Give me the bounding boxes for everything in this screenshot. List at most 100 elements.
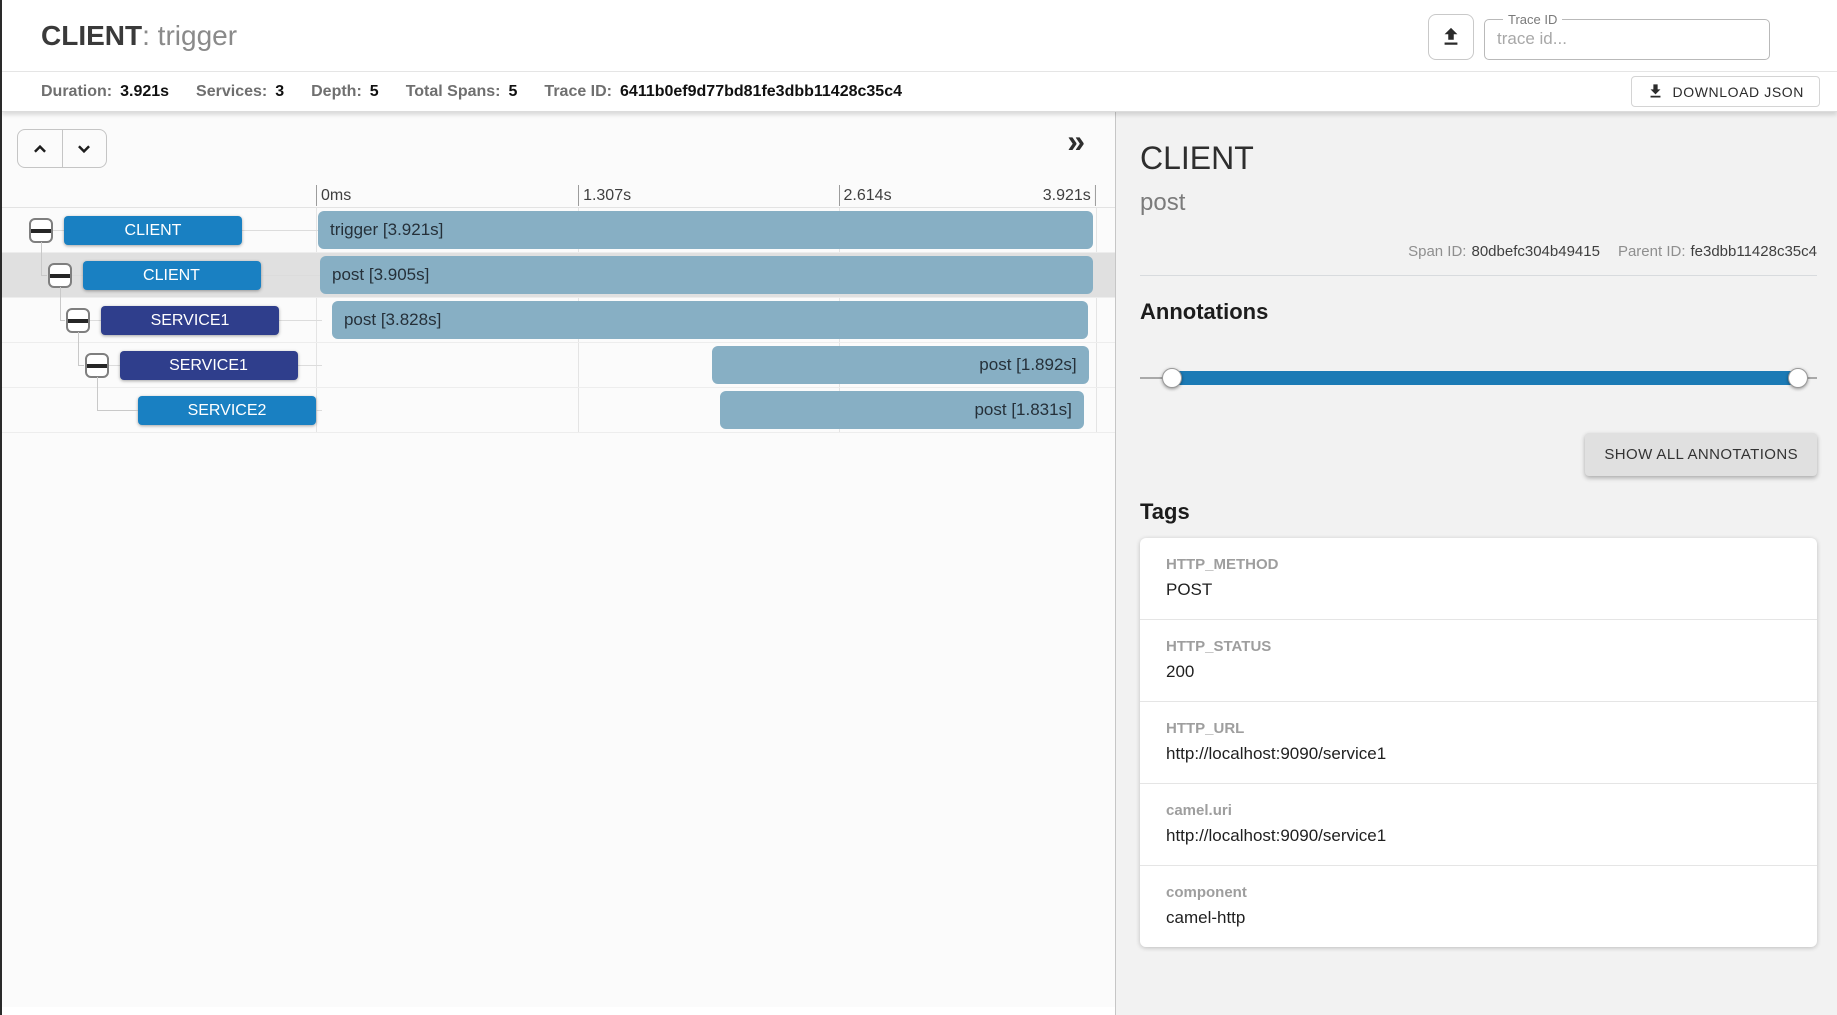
toggle-minus-bar bbox=[68, 319, 88, 323]
collapse-toggle-icon[interactable] bbox=[85, 353, 109, 378]
trace-stat-label: Duration: bbox=[41, 83, 112, 100]
span-tree-cell: CLIENT bbox=[2, 253, 316, 297]
collapse-toggle-icon[interactable] bbox=[29, 218, 53, 243]
service-chip[interactable]: SERVICE1 bbox=[101, 306, 279, 335]
span-bar[interactable]: trigger [3.921s] bbox=[318, 211, 1093, 249]
span-bar[interactable]: post [1.892s] bbox=[712, 346, 1088, 384]
annotations-range-slider bbox=[1140, 367, 1817, 389]
download-json-label: DOWNLOAD JSON bbox=[1673, 84, 1804, 100]
trace-viewer-app: CLIENT: trigger Trace ID Duration: 3.921s… bbox=[0, 0, 1837, 1015]
trace-stat-label: Services: bbox=[196, 83, 267, 100]
slider-selected-range[interactable] bbox=[1172, 371, 1798, 385]
tag-item: HTTP_URLhttp://localhost:9090/service1 bbox=[1140, 702, 1817, 784]
span-row[interactable]: SERVICE2 post [1.831s] bbox=[2, 388, 1115, 433]
tag-key: component bbox=[1166, 884, 1797, 901]
trace-stat-value: 3.921s bbox=[120, 83, 169, 100]
row-navigation-group bbox=[17, 129, 107, 168]
span-detail-panel: CLIENT post Span ID:80dbefc304b49415Pare… bbox=[1116, 112, 1837, 1015]
slider-handle-end[interactable] bbox=[1788, 368, 1808, 388]
span-bar[interactable]: post [3.905s] bbox=[320, 256, 1093, 294]
trace-stat: Services: 3 bbox=[196, 83, 284, 101]
tags-heading: Tags bbox=[1140, 499, 1817, 525]
trace-stats: Duration:3.921sServices:3Depth:5Total Sp… bbox=[41, 83, 929, 101]
next-span-button[interactable] bbox=[63, 130, 107, 167]
span-bar-cell: post [1.831s] bbox=[316, 388, 1115, 432]
show-all-annotations-wrap: SHOW ALL ANNOTATIONS bbox=[1140, 433, 1817, 476]
span-bar-cell: post [1.892s] bbox=[316, 343, 1115, 387]
tag-value: http://localhost:9090/service1 bbox=[1166, 826, 1797, 846]
previous-span-button[interactable] bbox=[18, 130, 63, 167]
slider-handle-start[interactable] bbox=[1162, 368, 1182, 388]
trace-stat-value: 5 bbox=[509, 83, 518, 100]
span-tree-cell: SERVICE1 bbox=[2, 343, 316, 387]
detail-span-name: post bbox=[1140, 189, 1817, 217]
double-chevron-right-icon[interactable]: » bbox=[1061, 124, 1091, 158]
timeline-bottom-strip bbox=[2, 1007, 1115, 1015]
span-tree-cell: SERVICE1 bbox=[2, 298, 316, 342]
span-bar-cell: post [3.828s] bbox=[316, 298, 1115, 342]
timeline-tick: 1.307s bbox=[578, 185, 631, 206]
span-row[interactable]: CLIENT post [3.905s] bbox=[2, 253, 1115, 298]
trace-stat: Duration: 3.921s bbox=[41, 83, 169, 101]
collapse-toggle-icon[interactable] bbox=[66, 308, 90, 333]
download-icon bbox=[1647, 83, 1664, 100]
tag-key: HTTP_STATUS bbox=[1166, 638, 1797, 655]
span-row[interactable]: SERVICE1 post [1.892s] bbox=[2, 343, 1115, 388]
span-bar-cell: post [3.905s] bbox=[316, 253, 1115, 297]
collapse-toggle-icon[interactable] bbox=[48, 263, 72, 288]
timeline-panel: » 0ms1.307s2.614s3.921s CLIENTtrigger [3… bbox=[2, 112, 1116, 1015]
service-chip[interactable]: CLIENT bbox=[64, 216, 242, 245]
span-bar-label: post [3.905s] bbox=[320, 256, 1093, 294]
parent-id-value: fe3dbb11428c35c4 bbox=[1690, 243, 1817, 260]
title-service-name: CLIENT bbox=[41, 20, 142, 51]
trace-stat-label: Total Spans: bbox=[406, 83, 501, 100]
title-span-name: trigger bbox=[158, 20, 237, 51]
span-id-label: Span ID: bbox=[1408, 243, 1466, 260]
page-title: CLIENT: trigger bbox=[41, 20, 237, 52]
download-json-button[interactable]: DOWNLOAD JSON bbox=[1631, 76, 1820, 107]
span-bar[interactable]: post [1.831s] bbox=[720, 391, 1084, 429]
trace-stat: Trace ID: 6411b0ef9d77bd81fe3dbb11428c35c… bbox=[544, 83, 902, 101]
toggle-minus-bar bbox=[31, 229, 51, 233]
span-bar-label: post [1.831s] bbox=[720, 391, 1084, 429]
span-id-value: 80dbefc304b49415 bbox=[1471, 243, 1599, 260]
span-bar[interactable]: post [3.828s] bbox=[332, 301, 1088, 339]
span-row[interactable]: SERVICE1 post [3.828s] bbox=[2, 298, 1115, 343]
main-content: » 0ms1.307s2.614s3.921s CLIENTtrigger [3… bbox=[2, 112, 1837, 1015]
trace-stat-label: Depth: bbox=[311, 83, 362, 100]
span-bar-label: post [3.828s] bbox=[332, 301, 1088, 339]
trace-stat-value: 5 bbox=[370, 83, 379, 100]
service-chip[interactable]: SERVICE1 bbox=[120, 351, 298, 380]
tag-item: HTTP_STATUS200 bbox=[1140, 620, 1817, 702]
service-chip[interactable]: CLIENT bbox=[83, 261, 261, 290]
tag-value: POST bbox=[1166, 580, 1797, 600]
span-rows: CLIENT trigger [3.921s] CLIENT post [3.905s… bbox=[2, 207, 1115, 433]
upload-icon bbox=[1440, 26, 1462, 48]
span-row[interactable]: CLIENT trigger [3.921s] bbox=[2, 208, 1115, 253]
trace-stat: Total Spans: 5 bbox=[406, 83, 518, 101]
tags-card: HTTP_METHODPOSTHTTP_STATUS200HTTP_URLhtt… bbox=[1140, 538, 1817, 947]
tag-item: HTTP_METHODPOST bbox=[1140, 538, 1817, 620]
show-all-annotations-button[interactable]: SHOW ALL ANNOTATIONS bbox=[1585, 433, 1817, 476]
trace-id-input[interactable] bbox=[1495, 27, 1759, 49]
annotations-heading: Annotations bbox=[1140, 299, 1817, 325]
span-bar-cell: trigger [3.921s] bbox=[316, 208, 1115, 252]
detail-header-divider bbox=[1140, 275, 1817, 276]
service-chip[interactable]: SERVICE2 bbox=[138, 396, 316, 425]
trace-stat-value: 6411b0ef9d77bd81fe3dbb11428c35c4 bbox=[620, 83, 902, 100]
detail-service-name: CLIENT bbox=[1140, 140, 1817, 177]
trace-stat-label: Trace ID: bbox=[544, 83, 612, 100]
chevron-down-icon bbox=[73, 138, 95, 160]
toggle-minus-bar bbox=[50, 274, 70, 278]
upload-trace-button[interactable] bbox=[1428, 14, 1474, 60]
timeline-tick: 2.614s bbox=[839, 185, 892, 206]
trace-id-field-label: Trace ID bbox=[1503, 12, 1562, 27]
span-bar-label: post [1.892s] bbox=[712, 346, 1088, 384]
trace-stat-value: 3 bbox=[275, 83, 284, 100]
tag-item: camel.urihttp://localhost:9090/service1 bbox=[1140, 784, 1817, 866]
timeline-ruler: 0ms1.307s2.614s3.921s bbox=[2, 183, 1115, 207]
span-bar-label: trigger [3.921s] bbox=[318, 211, 1093, 249]
trace-stat: Depth: 5 bbox=[311, 83, 379, 101]
chevron-up-icon bbox=[29, 138, 51, 160]
tag-value: camel-http bbox=[1166, 908, 1797, 928]
